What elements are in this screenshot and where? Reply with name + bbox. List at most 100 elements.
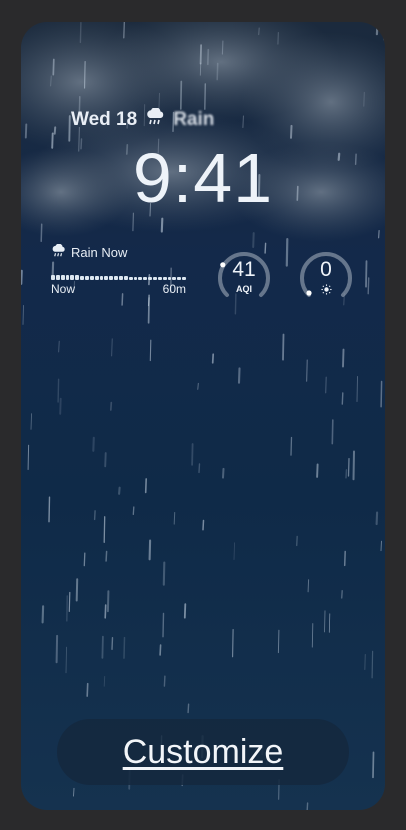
rain-streak (252, 232, 255, 248)
rain-intensity-segment (104, 276, 109, 280)
rain-streak (380, 540, 382, 552)
rain-streak (50, 75, 52, 87)
rain-streak (290, 124, 293, 139)
rain-streak (198, 463, 201, 474)
rain-streak (93, 510, 96, 521)
rain-streak (59, 397, 62, 415)
rain-streak (162, 612, 165, 638)
rain-streak (55, 634, 59, 664)
rain-streak (162, 561, 166, 586)
rain-streak (206, 48, 210, 66)
rain-streak (331, 419, 334, 445)
rain-streak (123, 22, 125, 39)
rain-streak (109, 401, 113, 411)
rain-intensity-segment (70, 275, 75, 280)
rain-streak (282, 333, 285, 361)
rain-streak (132, 506, 135, 516)
rain-intensity-segment (85, 275, 89, 280)
customize-label: Customize (122, 732, 284, 771)
rain-widget-title: Rain Now (71, 245, 128, 260)
sun-icon (297, 284, 355, 297)
rain-streak (383, 32, 385, 41)
rain-intensity-segment (157, 276, 162, 280)
rain-streak (52, 58, 55, 76)
rain-streak (197, 382, 199, 390)
rain-streak (173, 512, 176, 525)
rain-streak (118, 486, 121, 495)
rain-intensity-segment (75, 275, 80, 280)
rain-end-label: 60m (162, 282, 186, 296)
date-label: Wed 18 (71, 109, 138, 130)
rain-streak (345, 469, 348, 479)
rain-streak (343, 550, 346, 567)
rain-intensity-segment (99, 276, 104, 280)
rain-intensity-segment (65, 274, 70, 280)
customize-button[interactable]: Customize (57, 719, 349, 785)
rain-streak (296, 535, 298, 547)
rain-streak (221, 40, 224, 55)
rain-start-label: Now (51, 282, 76, 296)
weather-condition-label: Rain (173, 109, 215, 130)
rain-streak (324, 610, 326, 633)
uv-value: 0 (320, 258, 332, 281)
clock-time[interactable]: 9:41 (21, 138, 385, 218)
date-weather-row[interactable]: Wed 18 Rain (71, 107, 215, 132)
rain-intensity-bar (51, 274, 186, 280)
rain-streak (232, 628, 234, 658)
rain-streak (341, 392, 344, 405)
rain-streak (222, 467, 225, 479)
rain-streak (106, 590, 110, 613)
rain-streak (30, 413, 32, 430)
aqi-value: 41 (232, 258, 256, 281)
rain-streak (41, 605, 45, 624)
rain-streak (187, 703, 190, 714)
rain-intensity-segment (119, 276, 123, 280)
rain-streak (364, 653, 366, 671)
rain-streak (22, 305, 24, 325)
rain-streak (356, 376, 358, 402)
rain-streak (104, 452, 107, 468)
rain-streak (363, 91, 365, 107)
rain-intensity-segment (153, 276, 157, 280)
rain-streak (378, 230, 380, 239)
rain-streak (144, 478, 147, 494)
rain-intensity-segment (109, 276, 114, 280)
rain-streak (352, 450, 355, 481)
rain-streak (57, 378, 60, 403)
rain-streak (242, 115, 244, 128)
rain-streak (160, 217, 164, 233)
rain-streak (84, 61, 86, 89)
rain-streak (380, 380, 383, 408)
rain-intensity-segment (143, 276, 148, 280)
rain-streak (179, 80, 183, 110)
rain-now-widget[interactable]: Rain Now Now 60m (51, 243, 186, 296)
rain-intensity-segment (172, 276, 177, 280)
rain-intensity-segment (133, 276, 138, 280)
rain-streak (306, 802, 309, 810)
rain-widget-header: Rain Now (51, 243, 186, 261)
rain-streak (375, 511, 379, 526)
rain-streak (68, 591, 71, 613)
rain-streak (340, 590, 343, 599)
rain-streak (204, 83, 207, 110)
rain-streak (21, 269, 23, 285)
aqi-gauge-widget[interactable]: 41 AQI (215, 247, 273, 305)
uv-gauge-widget[interactable]: 0 (297, 247, 355, 305)
rain-streak (316, 463, 319, 478)
rain-streak (237, 367, 241, 384)
rain-intensity-segment (114, 276, 118, 280)
rain-streak (111, 338, 113, 357)
rain-streak (199, 44, 203, 65)
rain-streak (306, 359, 308, 382)
rain-intensity-segment (177, 276, 182, 280)
rain-streak (73, 787, 75, 797)
rain-streak (48, 496, 51, 523)
rain-streak (199, 62, 202, 76)
rain-streak (163, 675, 166, 687)
rain-streak (277, 31, 280, 45)
rain-streak (216, 62, 219, 81)
rain-streak (92, 436, 95, 452)
rain-streak (365, 260, 368, 288)
rain-intensity-segment (138, 276, 143, 280)
rain-streak (86, 682, 89, 697)
